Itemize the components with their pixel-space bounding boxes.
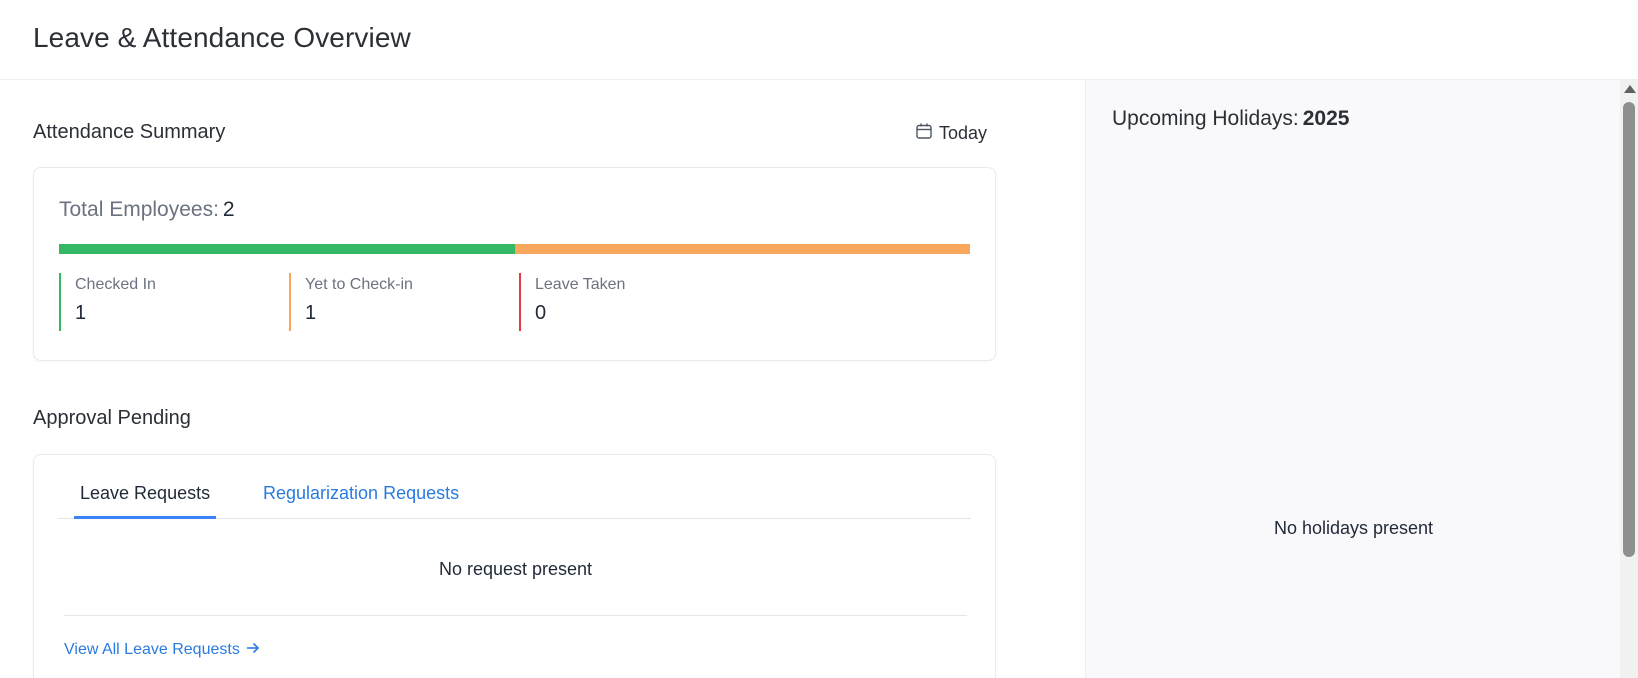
upcoming-holidays-title: Upcoming Holidays: 2025 [1112, 107, 1349, 131]
stat-leave-taken: Leave Taken 0 [519, 273, 719, 331]
calendar-icon [915, 122, 933, 145]
attendance-summary-card: Total Employees: 2 Checked In 1 Yet to Ch… [33, 167, 996, 361]
stat-checked-in: Checked In 1 [59, 273, 259, 331]
total-employees: Total Employees: 2 [59, 198, 235, 222]
stat-value: 0 [535, 302, 547, 324]
stat-label: Checked In [75, 276, 156, 293]
page-title: Leave & Attendance Overview [33, 22, 411, 53]
stat-yet-to-check-in: Yet to Check-in 1 [289, 273, 489, 331]
tab-regularization-requests[interactable]: Regularization Requests [257, 483, 465, 519]
stat-label: Yet to Check-in [305, 276, 413, 293]
tab-leave-requests[interactable]: Leave Requests [74, 483, 217, 519]
empty-holidays-message: No holidays present [1273, 518, 1434, 538]
attendance-progress-bar [59, 244, 970, 254]
total-employees-value: 2 [222, 198, 235, 221]
stat-label: Leave Taken [535, 276, 626, 293]
page-header: Leave & Attendance Overview [0, 0, 1638, 80]
view-all-leave-requests-link[interactable]: View All Leave Requests [64, 641, 260, 659]
holidays-year: 2025 [1302, 107, 1350, 130]
holidays-title-label: Upcoming Holidays: [1112, 107, 1299, 130]
empty-requests-message: No request present [438, 559, 593, 579]
holidays-sidebar: Upcoming Holidays: 2025 No holidays prese… [1085, 80, 1620, 678]
approval-pending-card: Leave Requests Regularization Requests N… [33, 454, 996, 678]
total-employees-label: Total Employees: [59, 198, 219, 221]
scrollbar-thumb[interactable] [1623, 102, 1635, 557]
page: Leave & Attendance Overview Attendance S… [0, 0, 1638, 678]
view-all-label: View All Leave Requests [64, 641, 240, 658]
date-filter-button[interactable]: Today [915, 120, 987, 146]
divider [64, 615, 967, 616]
stat-value: 1 [75, 302, 87, 324]
stat-value: 1 [305, 302, 317, 324]
approval-tabs: Leave Requests Regularization Requests [58, 475, 971, 519]
progress-yet-to-check-in [514, 244, 970, 254]
vertical-scrollbar[interactable] [1620, 80, 1638, 678]
arrow-right-icon [246, 641, 260, 659]
date-filter-label: Today [939, 122, 988, 143]
progress-checked-in [59, 244, 515, 254]
attendance-summary-title: Attendance Summary [33, 121, 226, 143]
scroll-up-arrow-icon[interactable] [1624, 85, 1636, 93]
main-content: Attendance Summary Today Total Employees… [0, 80, 1085, 678]
approval-pending-title: Approval Pending [33, 407, 191, 429]
